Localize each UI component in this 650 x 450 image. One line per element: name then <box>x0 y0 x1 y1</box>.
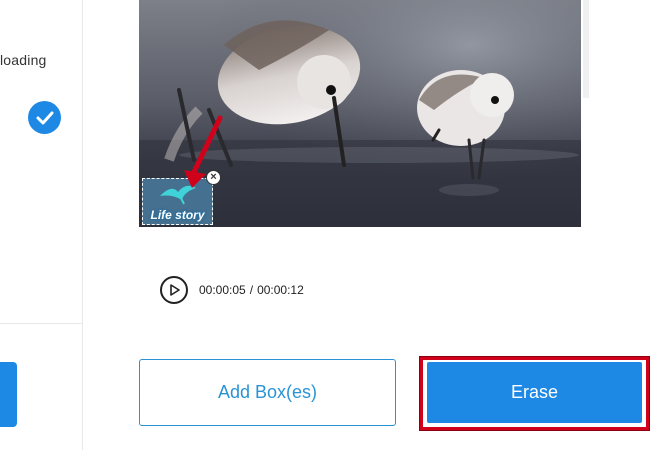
scrollbar-track <box>583 0 589 98</box>
play-icon <box>170 284 180 296</box>
time-separator: / <box>249 283 254 297</box>
total-time: 00:00:12 <box>257 283 304 297</box>
annotation-arrow-icon <box>184 115 223 188</box>
uploading-status-text: ploading <box>0 52 47 68</box>
current-time: 00:00:05 <box>199 283 246 297</box>
add-boxes-button[interactable]: Add Box(es) <box>139 359 396 426</box>
checkmark-circle-icon <box>28 101 61 134</box>
sidebar: ploading <box>0 0 83 450</box>
sidebar-action-button[interactable] <box>0 362 17 427</box>
play-button[interactable] <box>160 276 188 304</box>
sidebar-divider <box>0 323 82 324</box>
time-display: 00:00:05/00:00:12 <box>199 283 304 297</box>
erase-button[interactable]: Erase <box>427 362 642 423</box>
